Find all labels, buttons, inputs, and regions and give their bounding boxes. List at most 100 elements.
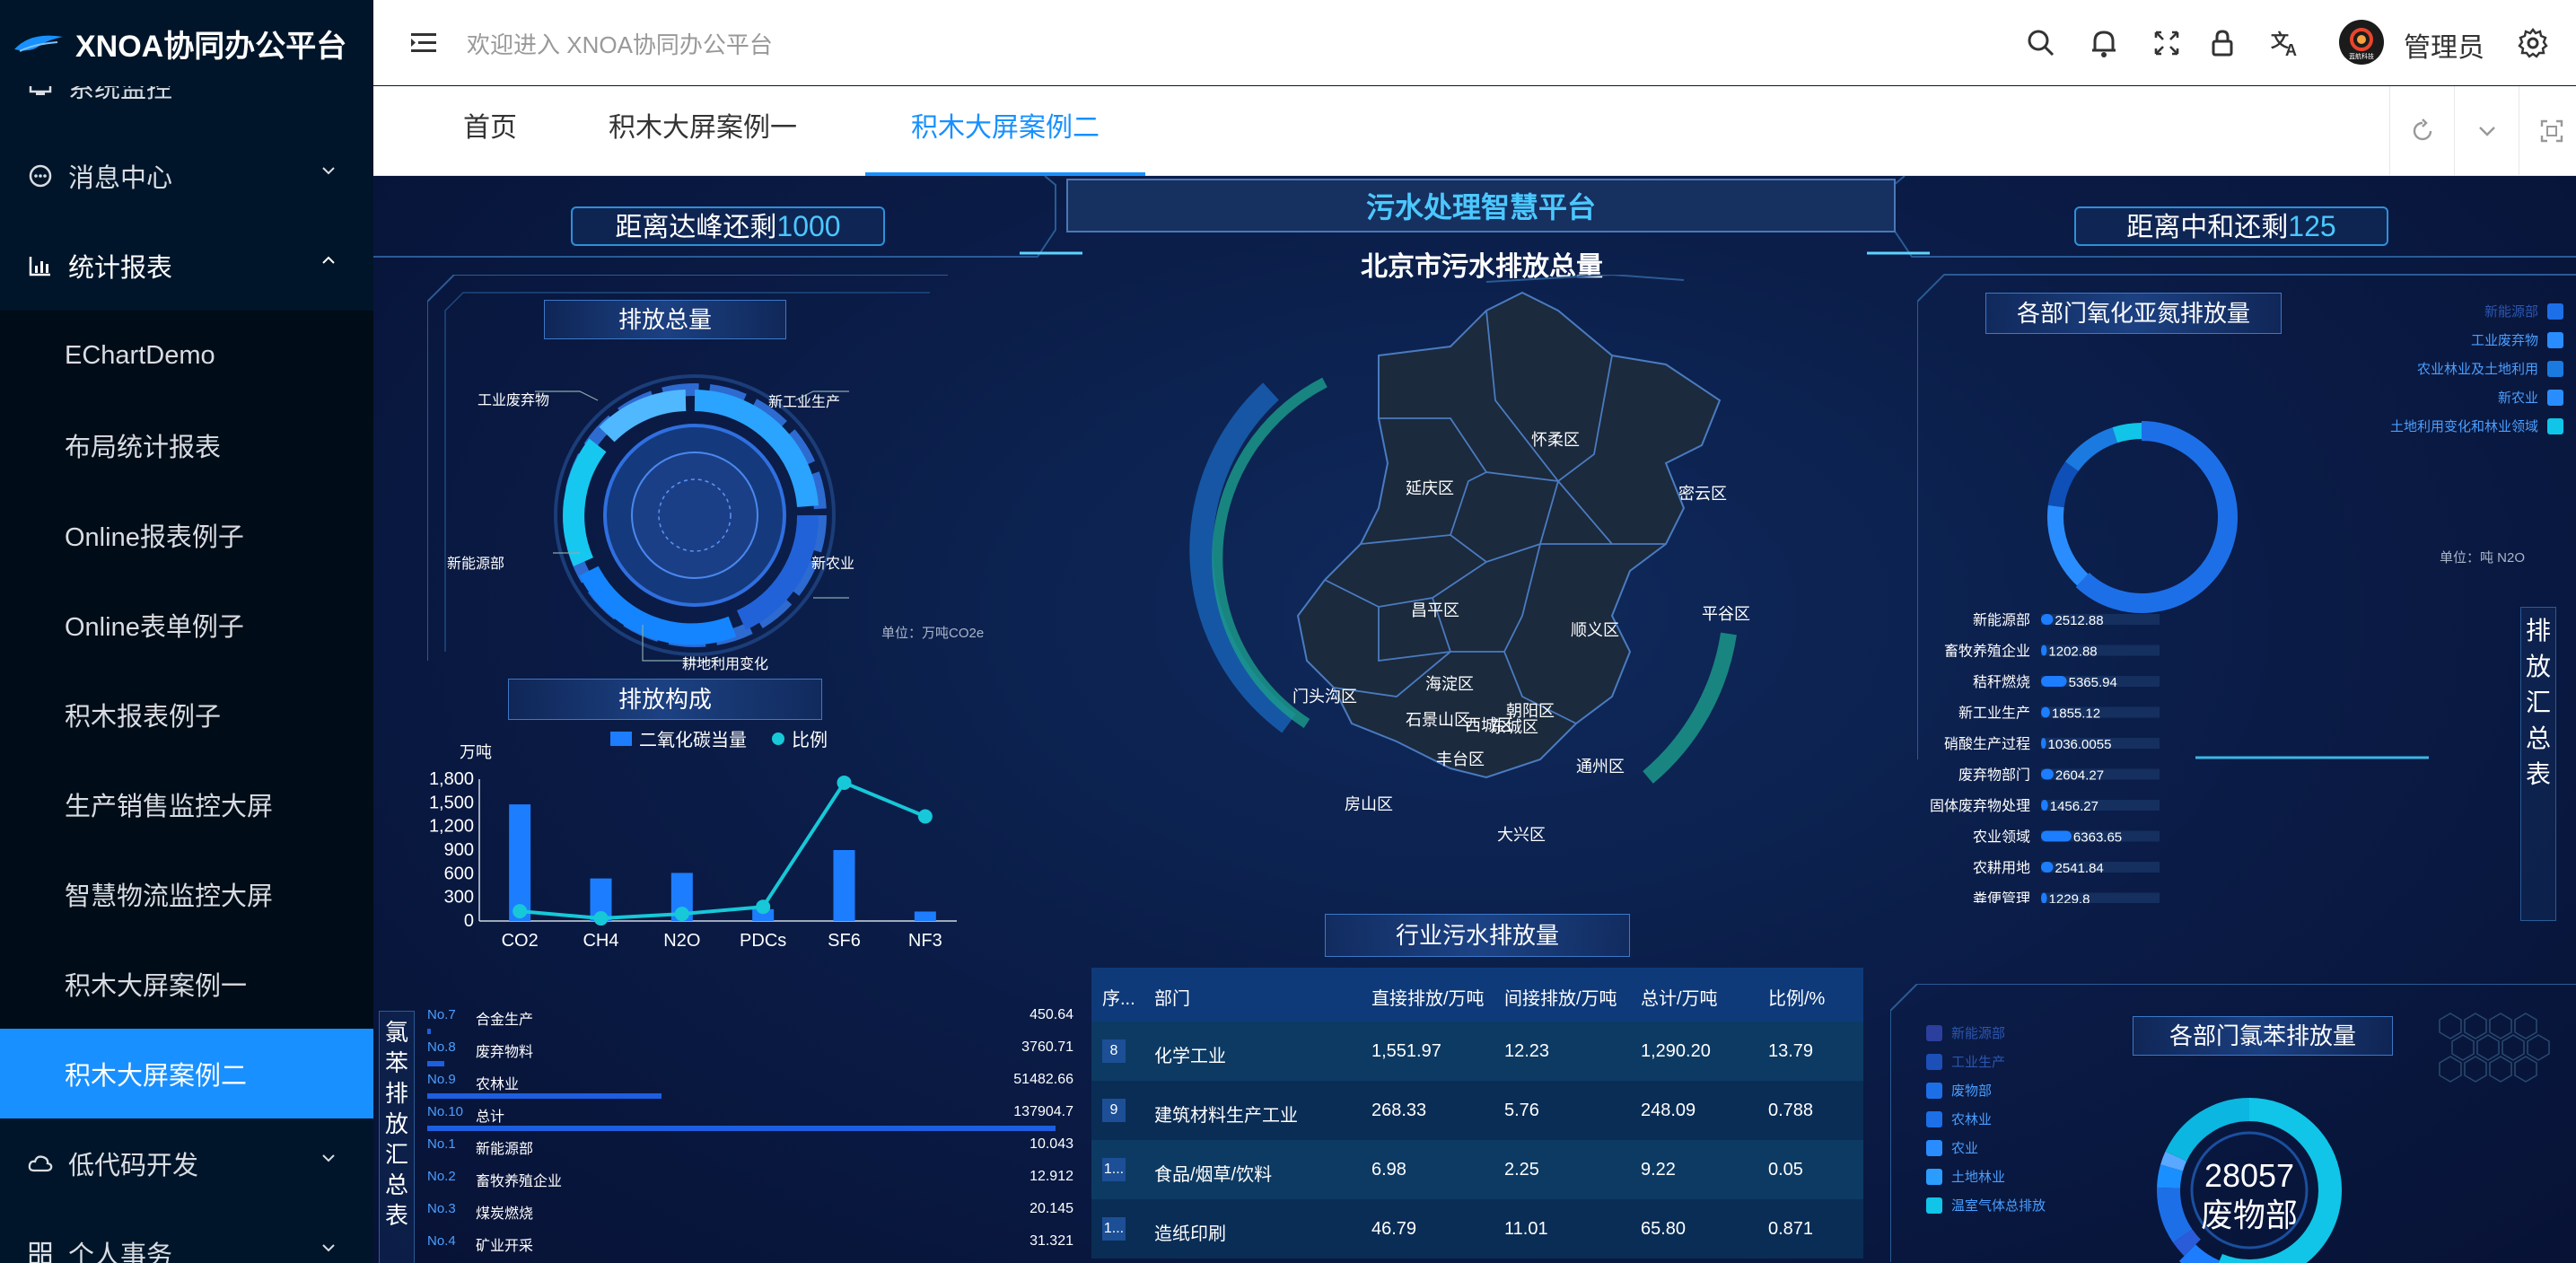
district-label: 密云区 [1678, 485, 1727, 503]
sidebar-item-jimu-screen-1[interactable]: 积木大屏案例一 [0, 939, 373, 1029]
message-icon [27, 162, 54, 189]
avatar[interactable]: 蓝航科技 [2339, 20, 2384, 65]
cell: 2.25 [1504, 1160, 1539, 1180]
legend-item: 工业生产 [1926, 1052, 2005, 1071]
tab-dropdown-button[interactable] [2454, 86, 2519, 176]
cloud-icon [27, 1150, 54, 1177]
menu-lowcode[interactable]: 低代码开发 [0, 1118, 373, 1208]
legend-swatch [1926, 1053, 1942, 1070]
ratio-point [674, 907, 689, 922]
side-char: 总 [384, 1171, 408, 1198]
ratio-point [917, 809, 933, 824]
cell: 9.22 [1641, 1160, 1676, 1180]
sidebar-item-jimu-screen-2[interactable]: 积木大屏案例二 [0, 1029, 373, 1118]
neutral-label: 距离中和还剩 [2126, 213, 2289, 242]
search-icon[interactable] [2023, 25, 2059, 61]
tab-jimu-screen-2[interactable]: 积木大屏案例二 [865, 86, 1145, 176]
header-cell: 间接排放/万吨 [1504, 989, 1617, 1009]
name: 农林业 [476, 1077, 520, 1092]
chevron-down-icon [322, 167, 335, 175]
district-label: 海淀区 [1425, 675, 1474, 693]
legend-item: 新能源部 [2484, 302, 2563, 320]
menu-label: 统计报表 [68, 254, 173, 283]
menu-statistics[interactable]: 统计报表 [0, 221, 373, 311]
tab-home[interactable]: 首页 [463, 86, 517, 176]
name: 总计 [476, 1110, 505, 1125]
translate-icon[interactable]: 文A [2267, 25, 2303, 61]
menu-label: 个人事务 [68, 1241, 173, 1263]
apps-icon [27, 1240, 54, 1263]
summary-side-title: 排放汇总表 [2520, 607, 2556, 921]
chlorine-row: No.10 总计 137904.7 [427, 1099, 1073, 1131]
bar [2041, 614, 2054, 625]
tab-jimu-screen-1[interactable]: 积木大屏案例一 [609, 86, 797, 176]
district-label: 石景山区 [1406, 711, 1470, 729]
rank: No.7 [427, 1007, 456, 1022]
menu-label: 低代码开发 [68, 1152, 199, 1180]
header-cell: 比例/% [1768, 989, 1826, 1009]
settings-icon[interactable] [2515, 25, 2551, 61]
bar-value-label: 1036.0055 [2048, 737, 2112, 752]
chlorine-row: No.9 农林业 51482.66 [427, 1066, 1073, 1099]
legend-label: 比例 [792, 731, 828, 750]
name: 合金生产 [476, 1013, 534, 1028]
legend-swatch [610, 731, 632, 746]
legend-swatch [1926, 1168, 1942, 1185]
refresh-icon [2413, 118, 2431, 141]
tab-maximize-button[interactable] [2519, 86, 2576, 176]
table-row: 9 建筑材料生产工业 268.33 5.76 248.09 0.788 [1091, 1081, 1863, 1140]
expand-icon [2540, 119, 2563, 143]
sidebar-item-online-report[interactable]: Online报表例子 [0, 490, 373, 580]
header-cell: 序... [1102, 989, 1135, 1009]
emission-label: 耕地利用变化 [682, 657, 769, 672]
user-name[interactable]: 管理员 [2404, 25, 2484, 65]
value: 3760.71 [1021, 1039, 1073, 1055]
value: 51482.66 [1013, 1072, 1073, 1087]
fullscreen-icon[interactable] [2149, 25, 2185, 61]
bar-category-label: 粪便管理 [1973, 891, 2030, 904]
emission-label: 新工业生产 [768, 395, 841, 410]
menu-fold-icon[interactable] [406, 25, 442, 61]
side-char: 氯 [384, 1019, 408, 1046]
menu-message-center[interactable]: 消息中心 [0, 131, 373, 221]
cell: 6.98 [1371, 1160, 1406, 1180]
svg-text:A: A [2285, 41, 2297, 59]
sidebar-item-online-form[interactable]: Online表单例子 [0, 580, 373, 670]
legend-item: 温室气体总排放 [1926, 1196, 2046, 1215]
side-char: 表 [2525, 760, 2551, 788]
district-label: 怀柔区 [1531, 431, 1580, 449]
sub-label: 积木报表例子 [65, 703, 222, 732]
refresh-button[interactable] [2389, 86, 2454, 176]
sidebar-item-logistics-screen[interactable]: 智慧物流监控大屏 [0, 849, 373, 939]
sidebar-item-echartdemo[interactable]: EChartDemo [0, 311, 373, 400]
sub-label: EChartDemo [65, 340, 215, 370]
donut-slice [2157, 1164, 2184, 1189]
chevron-down-icon [322, 1244, 335, 1252]
lock-icon[interactable] [2204, 25, 2240, 61]
x-tick-label: CO2 [502, 931, 539, 951]
sidebar-item-jimu-report[interactable]: 积木报表例子 [0, 670, 373, 759]
y-tick-label: 1,200 [429, 817, 474, 837]
bell-icon[interactable] [2086, 25, 2122, 61]
chlorobenzene-center: 28057 废物部 [2177, 1156, 2321, 1235]
table-row: 1... 造纸印刷 46.79 11.01 65.80 0.871 [1091, 1199, 1863, 1259]
legend-item: 农林业 [1926, 1110, 1992, 1128]
neutral-value: 125 [2288, 210, 2336, 242]
chevron-down-icon [2478, 127, 2495, 136]
rank: No.9 [427, 1072, 456, 1087]
center-label: 废物部 [2200, 1197, 2298, 1233]
sidebar-item-layout-report[interactable]: 布局统计报表 [0, 400, 373, 490]
legend-swatch [772, 732, 784, 745]
menu-personal[interactable]: 个人事务 [0, 1208, 373, 1263]
legend-label: 农业林业及土地利用 [2416, 362, 2538, 377]
sidebar-item-sales-screen[interactable]: 生产销售监控大屏 [0, 759, 373, 849]
cell: 11.01 [1504, 1219, 1548, 1239]
chlorine-row: No.3 煤炭燃烧 20.145 [427, 1196, 1073, 1228]
rank: No.10 [427, 1104, 464, 1119]
bar-chart-icon [27, 252, 54, 279]
app-logo[interactable]: XNOA协同办公平台 [0, 0, 373, 86]
legend-label: 二氧化碳当量 [639, 731, 747, 750]
bar-value-label: 1202.88 [2048, 645, 2097, 660]
x-tick-label: SF6 [828, 931, 861, 951]
legend-label: 土地林业 [1951, 1170, 2006, 1185]
